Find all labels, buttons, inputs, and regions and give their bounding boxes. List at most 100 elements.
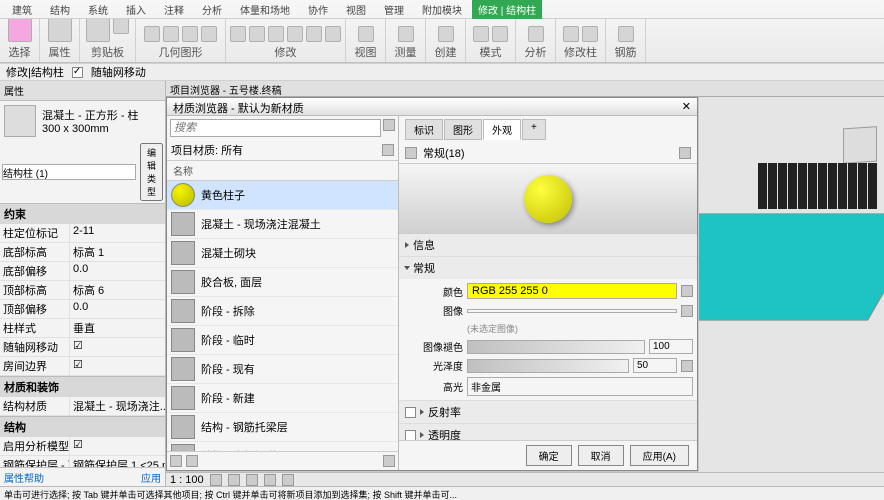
appearance-preview	[399, 164, 697, 234]
tab-analyze[interactable]: 分析	[194, 0, 230, 19]
tab-modify-col[interactable]: 修改 | 结构柱	[472, 0, 542, 19]
props-row[interactable]: 顶部偏移0.0	[0, 300, 165, 319]
add-material-icon[interactable]	[186, 455, 198, 467]
scale-label[interactable]: 1 : 100	[170, 474, 204, 486]
section-info[interactable]: 信息	[399, 234, 697, 256]
material-item[interactable]: 黄色柱子	[167, 181, 398, 210]
clip-icon[interactable]	[113, 18, 129, 34]
tab-view[interactable]: 视图	[338, 0, 374, 19]
filter-view-icon[interactable]	[382, 144, 394, 156]
tab-insert[interactable]: 插入	[118, 0, 154, 19]
type-thumb	[4, 105, 36, 137]
status-bar: 单击可进行选择; 按 Tab 键并单击可选择其他项目; 按 Ctrl 键并单击可…	[0, 486, 884, 500]
crop-icon[interactable]	[282, 474, 294, 486]
view-cube[interactable]	[843, 126, 877, 164]
close-icon[interactable]: ✕	[682, 100, 691, 113]
gloss-dropdown-icon[interactable]	[681, 360, 693, 372]
color-dropdown-icon[interactable]	[681, 285, 693, 297]
search-icon[interactable]	[383, 119, 395, 131]
geo-icon[interactable]	[144, 26, 160, 42]
props-section[interactable]: 结构	[0, 416, 165, 437]
fade-slider[interactable]	[467, 340, 645, 354]
tab-addins[interactable]: 附加模块	[414, 0, 470, 19]
modify-icon[interactable]	[8, 18, 32, 42]
highlight-label: 高光	[403, 379, 463, 394]
tab-appearance[interactable]: 外观	[483, 119, 521, 140]
tab-collab[interactable]: 协作	[300, 0, 336, 19]
asset-tool-icon[interactable]	[679, 147, 691, 159]
props-row[interactable]: 柱样式垂直	[0, 319, 165, 338]
props-section[interactable]: 材质和装饰	[0, 376, 165, 397]
category-select[interactable]	[2, 164, 136, 180]
image-dropdown-icon[interactable]	[681, 305, 693, 317]
move-with-grid-checkbox[interactable]	[72, 67, 83, 78]
section-透明度[interactable]: 透明度	[399, 424, 697, 440]
tab-manage[interactable]: 管理	[376, 0, 412, 19]
material-item[interactable]: 阶段 - 现有	[167, 355, 398, 384]
view-control-bar: 1 : 100	[166, 472, 884, 487]
edit-type-button[interactable]: 编辑类型	[140, 143, 163, 201]
tab-struct[interactable]: 结构	[42, 0, 78, 19]
shadows-icon[interactable]	[264, 474, 276, 486]
props-row[interactable]: 结构材质混凝土 - 现场浇注...	[0, 397, 165, 416]
material-item[interactable]: 阶段 - 拆除	[167, 297, 398, 326]
visual-style-icon[interactable]	[228, 474, 240, 486]
highlight-value[interactable]: 非金属	[467, 377, 693, 396]
material-item[interactable]: 混凝土 - 现场浇注混凝土	[167, 210, 398, 239]
props-row[interactable]: 底部标高标高 1	[0, 243, 165, 262]
material-item[interactable]: 胶合板, 面层	[167, 268, 398, 297]
asset-icon[interactable]	[405, 147, 417, 159]
sun-path-icon[interactable]	[246, 474, 258, 486]
lib-icon[interactable]	[170, 455, 182, 467]
paste-icon[interactable]	[86, 18, 110, 42]
image-field[interactable]	[467, 309, 677, 313]
ribbon-panels: 选择 属性 剪贴板 几何图形 修改 视图 测量 创建 模式 分析 修改柱 钢筋	[0, 18, 884, 62]
material-item[interactable]: 阶段 - 新建	[167, 384, 398, 413]
material-item[interactable]: 混凝土砌块	[167, 239, 398, 268]
material-search-input[interactable]	[170, 119, 381, 137]
tab-add[interactable]: +	[522, 119, 546, 140]
panel-view: 视图	[355, 44, 377, 60]
tab-graphics[interactable]: 图形	[444, 119, 482, 140]
props-row[interactable]: 柱定位标记2-11	[0, 224, 165, 243]
drawing-area[interactable]: 项目浏览器 - 五号楼.终稿 材质浏览器 - 默认为新材质 ✕ 项目材质: 所有…	[166, 81, 884, 487]
props-icon[interactable]	[48, 18, 72, 42]
props-title: 属性	[0, 81, 165, 101]
panel-rebar: 钢筋	[615, 44, 637, 60]
ok-button[interactable]: 确定	[526, 445, 572, 466]
props-apply-button[interactable]: 应用	[141, 470, 161, 485]
material-item[interactable]: 阶段 - 临时	[167, 326, 398, 355]
gloss-slider[interactable]	[467, 359, 629, 373]
3d-view[interactable]	[699, 97, 884, 487]
panel-create: 创建	[435, 44, 457, 60]
tab-arch[interactable]: 建筑	[4, 0, 40, 19]
props-row[interactable]: 底部偏移0.0	[0, 262, 165, 281]
detail-icon[interactable]	[210, 474, 222, 486]
props-row[interactable]: 房间边界☑	[0, 357, 165, 376]
props-section[interactable]: 约束	[0, 203, 165, 224]
tab-identity[interactable]: 标识	[405, 119, 443, 140]
material-filter-label[interactable]: 项目材质: 所有	[171, 142, 243, 158]
props-row[interactable]: 启用分析模型☑	[0, 437, 165, 456]
cancel-button[interactable]: 取消	[578, 445, 624, 466]
dialog-title: 材质浏览器 - 默认为新材质	[173, 100, 304, 113]
gloss-value[interactable]: 50	[633, 358, 677, 373]
props-grid[interactable]: 约束柱定位标记2-11底部标高标高 1底部偏移0.0顶部标高标高 6顶部偏移0.…	[0, 203, 165, 467]
material-item[interactable]: 结构 - 钢筋托梁层	[167, 413, 398, 442]
material-item[interactable]: 结构 - 木托梁/椽层	[167, 442, 398, 451]
props-row[interactable]: 顶部标高标高 6	[0, 281, 165, 300]
tab-mass[interactable]: 体量和场地	[232, 0, 298, 19]
props-row[interactable]: 钢筋保护层 - 顶面钢筋保护层 1 <25 m...	[0, 456, 165, 467]
section-generic[interactable]: 常规	[399, 257, 697, 279]
menu-icon[interactable]	[383, 455, 395, 467]
fade-value[interactable]: 100	[649, 339, 693, 354]
props-help-link[interactable]: 属性帮助	[4, 470, 44, 485]
apply-button[interactable]: 应用(A)	[630, 445, 689, 466]
opt-context: 修改|结构柱	[6, 64, 64, 80]
tab-sys[interactable]: 系统	[80, 0, 116, 19]
material-list[interactable]: 名称 黄色柱子混凝土 - 现场浇注混凝土混凝土砌块胶合板, 面层阶段 - 拆除阶…	[167, 161, 398, 451]
color-value[interactable]: RGB 255 255 0	[467, 283, 677, 299]
tab-annot[interactable]: 注释	[156, 0, 192, 19]
props-row[interactable]: 随轴网移动☑	[0, 338, 165, 357]
section-反射率[interactable]: 反射率	[399, 401, 697, 423]
